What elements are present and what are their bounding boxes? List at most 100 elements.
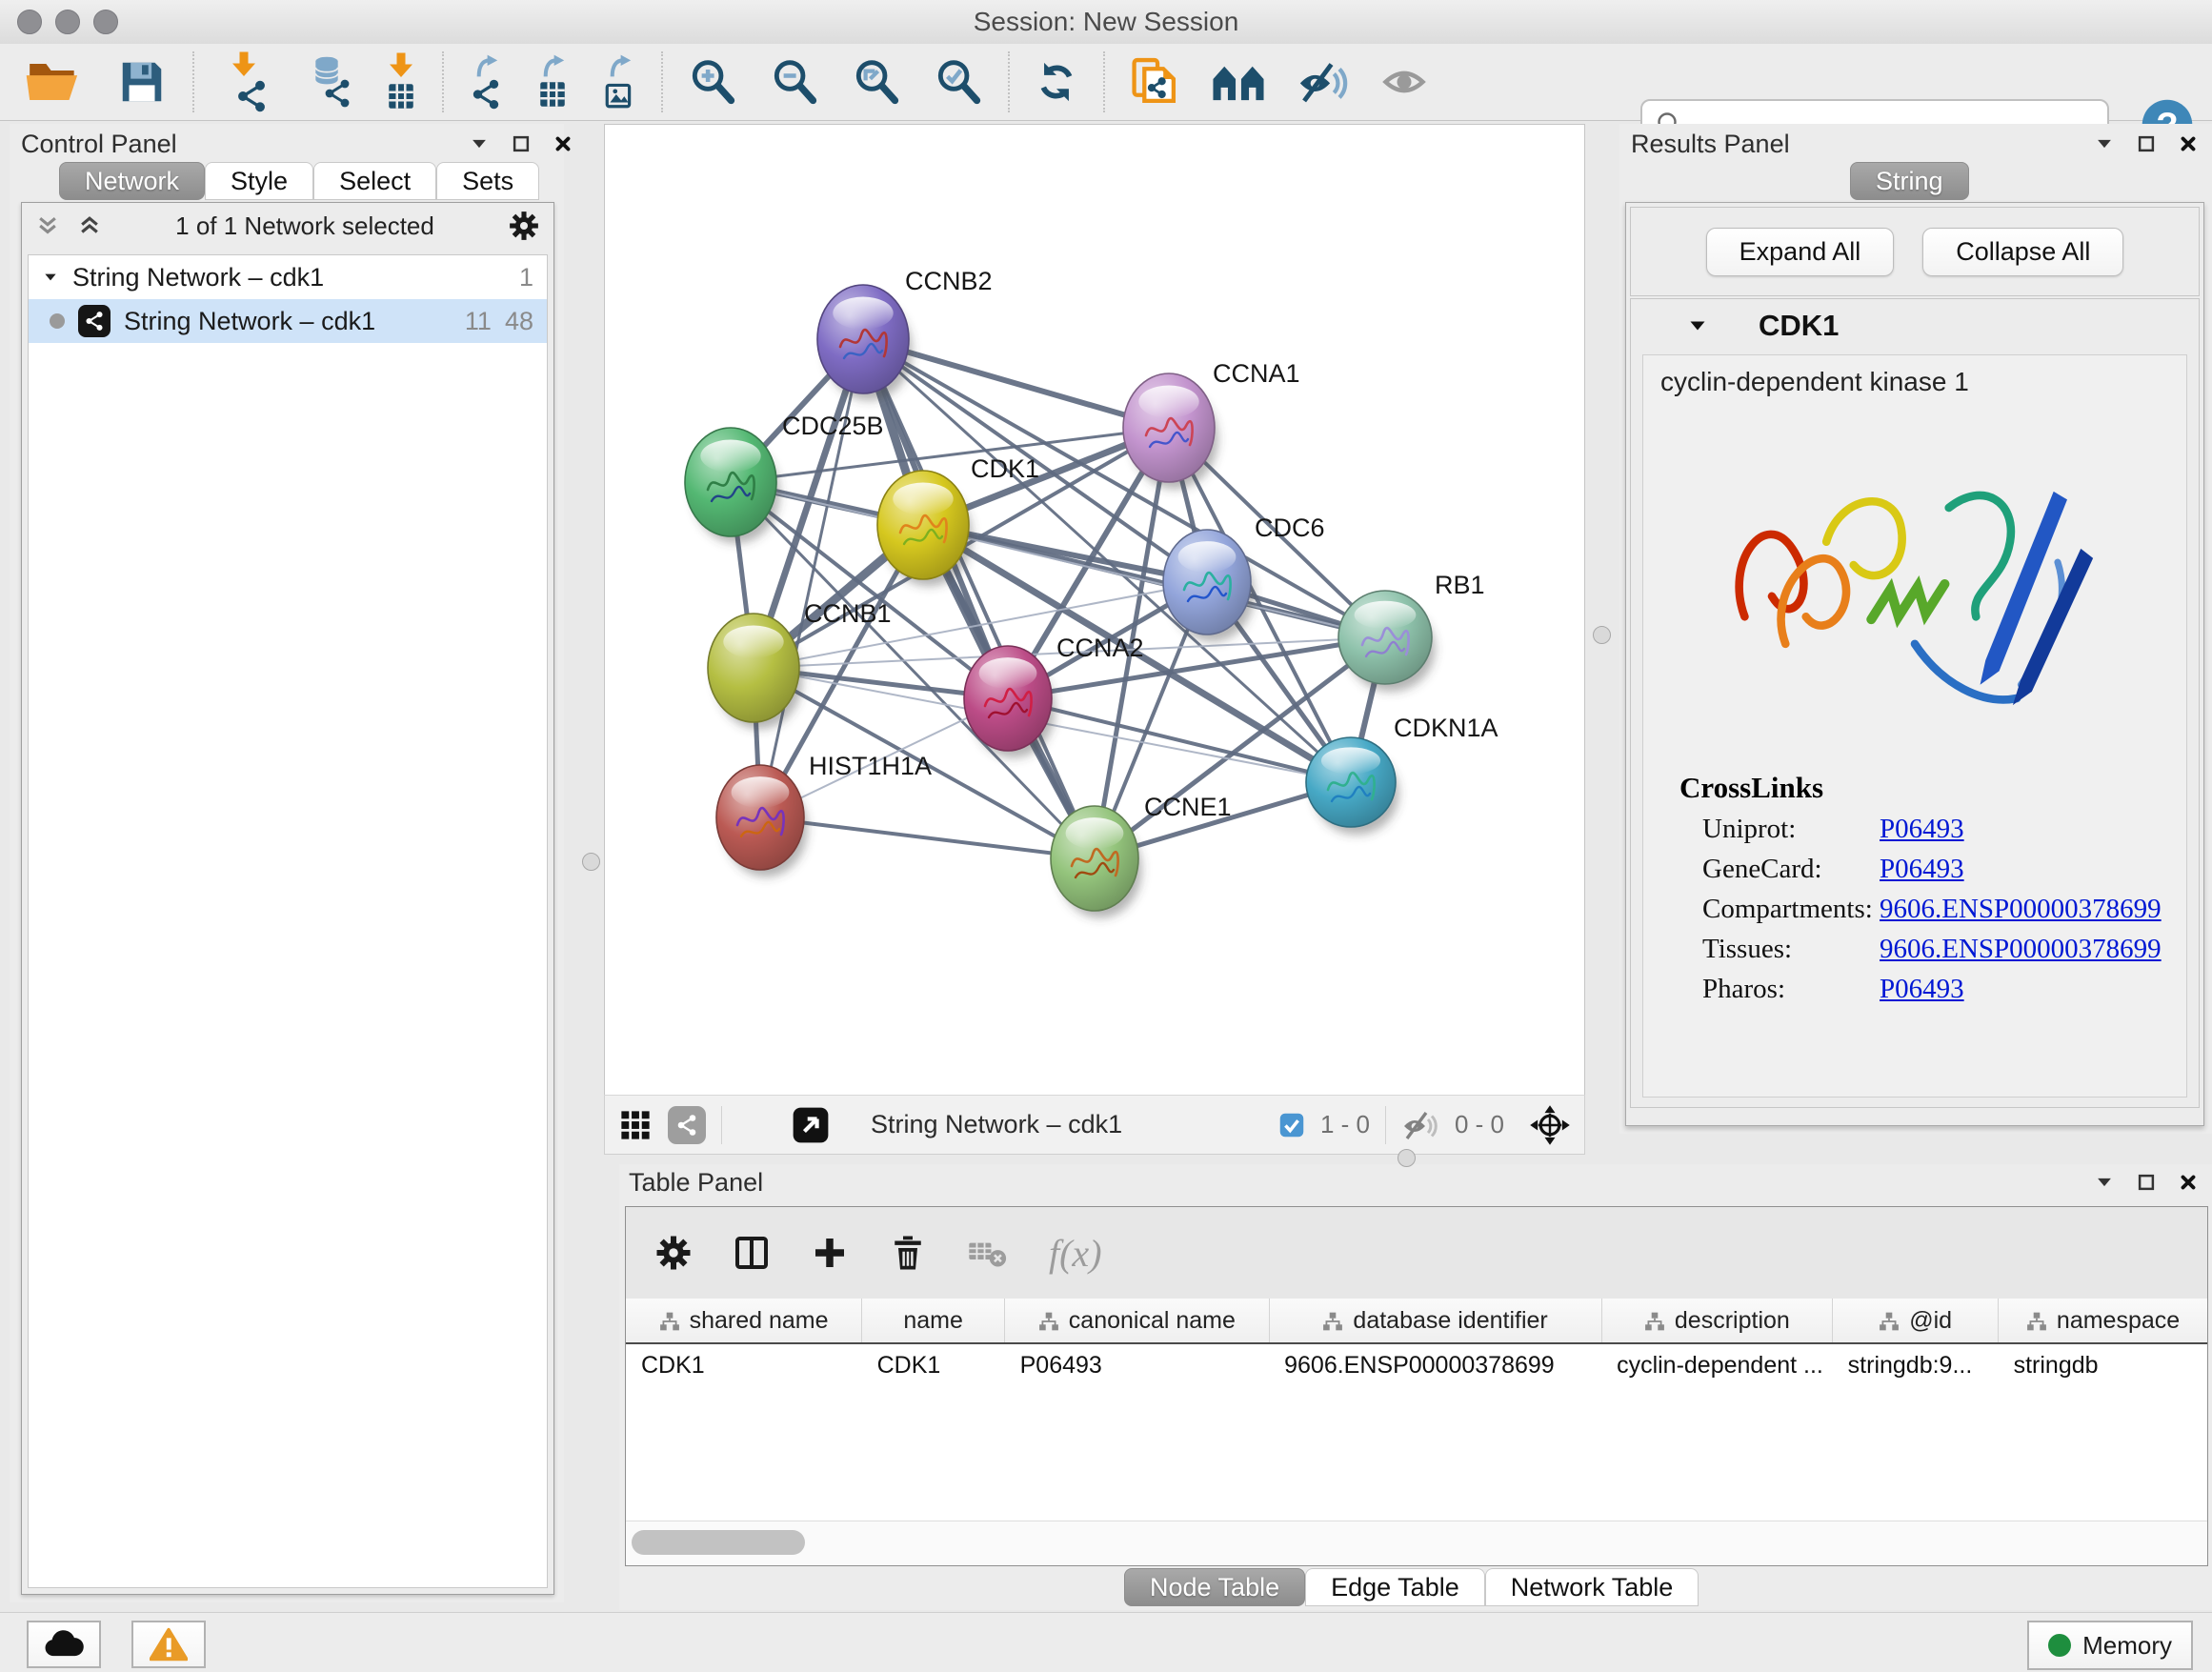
panel-float-icon[interactable] (2136, 133, 2157, 154)
node-label: CCNA2 (1056, 634, 1144, 662)
node-ccne1[interactable]: CCNE1 (1051, 793, 1232, 918)
table-cell[interactable]: stringdb (1999, 1343, 2207, 1386)
network-row[interactable]: String Network – cdk1 11 48 (29, 299, 547, 343)
node-ccnb1[interactable]: CCNB1 (708, 599, 892, 729)
tab-network[interactable]: Network (59, 162, 205, 200)
node-cdc6[interactable]: CDC6 (1163, 514, 1325, 642)
tab-network-table[interactable]: Network Table (1485, 1568, 1699, 1606)
panel-menu-icon[interactable] (469, 133, 490, 154)
delete-table-button[interactable] (967, 1235, 1009, 1271)
show-all-button[interactable] (1381, 59, 1427, 105)
tab-edge-table[interactable]: Edge Table (1305, 1568, 1485, 1606)
create-column-button[interactable] (811, 1234, 849, 1272)
clone-network-button[interactable] (1130, 55, 1179, 109)
scrollbar-thumb[interactable] (632, 1530, 805, 1555)
selected-checkbox-icon[interactable] (1278, 1112, 1305, 1138)
window-zoom-button[interactable] (93, 10, 118, 34)
table-cell[interactable]: cyclin-dependent ... (1601, 1343, 1833, 1386)
network-type-icon[interactable] (668, 1106, 706, 1144)
collapse-all-networks-icon[interactable] (35, 213, 60, 238)
column-header--id[interactable]: @id (1833, 1299, 1999, 1343)
table-cell[interactable]: stringdb:9... (1833, 1343, 1999, 1386)
tab-node-table[interactable]: Node Table (1124, 1568, 1305, 1606)
network-collection-row[interactable]: String Network – cdk1 1 (29, 255, 547, 299)
refresh-view-button[interactable] (1035, 60, 1078, 104)
tab-string[interactable]: String (1850, 162, 1969, 200)
export-network-button[interactable] (469, 53, 503, 111)
tab-select[interactable]: Select (313, 162, 436, 200)
column-header-database-identifier[interactable]: database identifier (1269, 1299, 1601, 1343)
function-builder-button[interactable]: f(x) (1049, 1231, 1102, 1276)
save-session-button[interactable] (116, 56, 168, 108)
panel-menu-icon[interactable] (2094, 133, 2115, 154)
window-minimize-button[interactable] (55, 10, 80, 34)
warnings-button[interactable] (131, 1621, 206, 1668)
table-horizontal-scrollbar[interactable] (626, 1521, 2207, 1565)
crosslink-link[interactable]: P06493 (1880, 854, 1964, 885)
zoom-out-button[interactable] (770, 57, 819, 107)
zoom-selected-button[interactable] (934, 57, 983, 107)
graphics-details-button[interactable] (1212, 59, 1265, 105)
import-table-file-button[interactable] (385, 51, 417, 112)
grid-view-icon[interactable] (618, 1108, 653, 1142)
zoom-in-icon (688, 57, 737, 107)
right-splitter-grip[interactable] (1593, 626, 1611, 644)
gene-section-header[interactable]: CDK1 (1631, 299, 2199, 353)
table-options-button[interactable] (654, 1234, 693, 1272)
crosslink-link[interactable]: 9606.ENSP00000378699 (1880, 934, 2162, 965)
gene-expander-icon[interactable] (1686, 314, 1709, 337)
zoom-fit-button[interactable] (852, 57, 901, 107)
crosslink-link[interactable]: P06493 (1880, 974, 1964, 1005)
column-header-canonical-name[interactable]: canonical name (1005, 1299, 1270, 1343)
window-close-button[interactable] (17, 10, 42, 34)
open-session-button[interactable] (25, 55, 84, 109)
panel-menu-icon[interactable] (2094, 1172, 2115, 1193)
tab-style[interactable]: Style (205, 162, 313, 200)
network-canvas[interactable]: CCNB2CCNA1CDC25BCDK1CDC6RB1CCNB1CCNA2CDK… (604, 124, 1585, 1096)
birdseye-navigator-icon[interactable] (1529, 1104, 1571, 1146)
column-header-shared-name[interactable]: shared name (626, 1299, 862, 1343)
node-hist1h1a[interactable]: HIST1H1A (716, 752, 932, 877)
column-header-name[interactable]: name (862, 1299, 1005, 1343)
import-network-database-button[interactable] (301, 55, 352, 109)
delete-column-button[interactable] (889, 1234, 927, 1272)
node-cdkn1a[interactable]: CDKN1A (1306, 714, 1498, 835)
show-columns-button[interactable] (733, 1234, 771, 1272)
table-cell[interactable]: 9606.ENSP00000378699 (1269, 1343, 1601, 1386)
memory-button[interactable]: Memory (2027, 1621, 2193, 1670)
detach-view-icon[interactable] (791, 1105, 831, 1145)
crosslink-link[interactable]: 9606.ENSP00000378699 (1880, 894, 2162, 925)
column-header-description[interactable]: description (1601, 1299, 1833, 1343)
left-splitter-grip[interactable] (582, 853, 600, 871)
export-image-button[interactable] (602, 53, 636, 111)
collection-expander-icon[interactable] (42, 269, 59, 286)
node-cdk1[interactable]: CDK1 (877, 454, 1039, 586)
column-header-namespace[interactable]: namespace (1999, 1299, 2207, 1343)
table-cell[interactable]: CDK1 (626, 1343, 862, 1386)
panel-close-icon[interactable] (2178, 1172, 2199, 1193)
import-network-file-button[interactable] (219, 50, 269, 113)
expand-all-button[interactable]: Expand All (1706, 228, 1895, 276)
network-options-gear-icon[interactable] (508, 210, 540, 242)
collapse-all-button[interactable]: Collapse All (1922, 228, 2123, 276)
export-table-button[interactable] (535, 53, 570, 111)
edge[interactable] (760, 817, 1095, 858)
table-cell[interactable]: P06493 (1005, 1343, 1270, 1386)
expand-all-networks-icon[interactable] (77, 213, 102, 238)
bottom-splitter-grip[interactable] (1398, 1149, 1416, 1167)
table-cell[interactable]: CDK1 (862, 1343, 1005, 1386)
cloud-status-button[interactable] (27, 1621, 101, 1668)
panel-float-icon[interactable] (511, 133, 532, 154)
edge[interactable] (863, 339, 1095, 858)
crosslink-link[interactable]: P06493 (1880, 814, 1964, 845)
panel-float-icon[interactable] (2136, 1172, 2157, 1193)
network-graph[interactable]: CCNB2CCNA1CDC25BCDK1CDC6RB1CCNB1CCNA2CDK… (605, 125, 1584, 1095)
zoom-in-button[interactable] (688, 57, 737, 107)
panel-close-icon[interactable] (553, 133, 573, 154)
node-ccnb2[interactable]: CCNB2 (817, 267, 993, 400)
table-row[interactable]: CDK1CDK1P064939606.ENSP00000378699cyclin… (626, 1343, 2207, 1386)
panel-close-icon[interactable] (2178, 133, 2199, 154)
hide-selected-button[interactable] (1297, 60, 1349, 104)
tab-sets[interactable]: Sets (436, 162, 539, 200)
node-rb1[interactable]: RB1 (1338, 571, 1485, 692)
